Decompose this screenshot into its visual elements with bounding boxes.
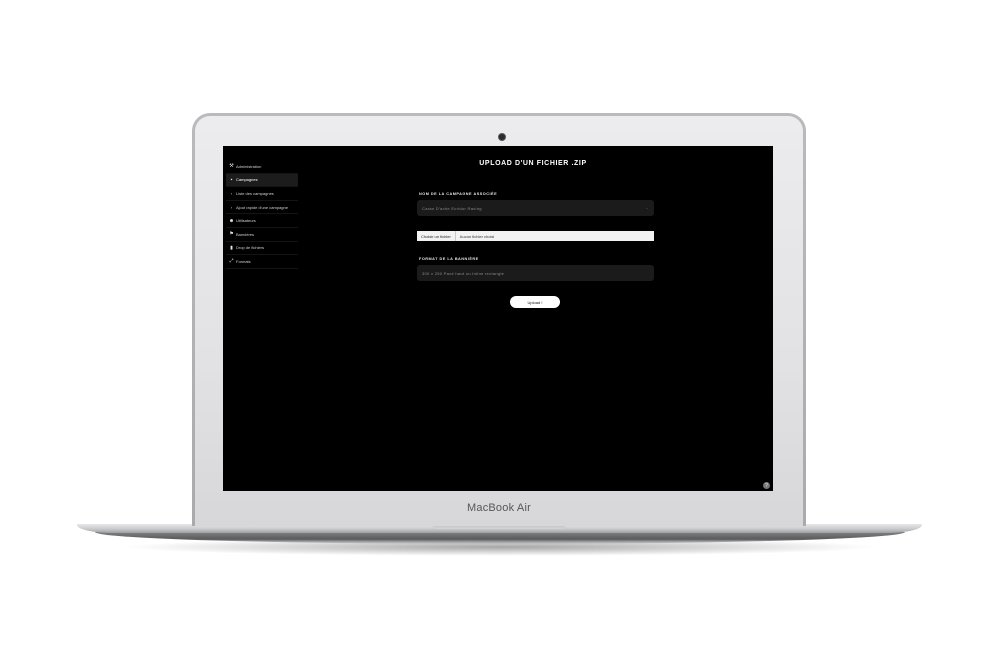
sidebar-item-label: Formats (236, 258, 251, 264)
screen: ⚒ Administration ▪ Campagnes › Liste des… (223, 146, 773, 491)
sidebar-item-label: Utilisateurs (236, 218, 256, 224)
users-icon: ☻ (228, 217, 235, 224)
sidebar-item-formats[interactable]: ⤢ Formats (226, 255, 298, 269)
sidebar-item-label: Administration (236, 163, 262, 169)
sidebar-item-ajout-campagne[interactable]: › Ajout rapide d'une campagne (226, 201, 298, 215)
flag-icon: ⚑ (229, 231, 234, 238)
sidebar-item-administration[interactable]: ⚒ Administration (226, 160, 298, 174)
campaign-icon: ▪ (230, 176, 233, 183)
sidebar-item-label: Ajout rapide d'une campagne (236, 204, 288, 210)
sidebar-item-bannieres[interactable]: ⚑ Bannières (226, 228, 298, 242)
sidebar-item-label: Liste des campagnes (236, 190, 274, 196)
file-input[interactable]: Choisir un fichier Aucun fichier choisi (417, 231, 654, 241)
format-select[interactable]: 300 x 250 Pavé haut ou Inline rectangle (417, 265, 654, 281)
chevron-down-icon: ⌄ (645, 205, 649, 210)
sidebar-item-utilisateurs[interactable]: ☻ Utilisateurs (226, 214, 298, 228)
chevron-right-icon: › (230, 190, 233, 196)
campaign-select[interactable]: Caran D'ache Ecridor Racing ⌄ (417, 200, 654, 216)
sidebar-item-campagnes[interactable]: ▪ Campagnes (226, 173, 298, 188)
camera-icon (498, 133, 506, 141)
brand-label: MacBook Air (467, 502, 531, 514)
chevron-right-icon: › (230, 204, 233, 210)
page-title: UPLOAD D'UN FICHIER .ZIP (479, 160, 587, 167)
campaign-label: Nom de la campagne associée (419, 192, 498, 196)
resize-icon: ⤢ (229, 258, 234, 265)
choose-file-button[interactable]: Choisir un fichier (417, 231, 456, 241)
help-icon[interactable]: ? (763, 482, 770, 489)
sidebar-item-label: Drop de fichiers (236, 245, 265, 251)
sidebar-item-drop-fichiers[interactable]: ▮ Drop de fichiers (226, 242, 298, 256)
sidebar-item-label: Campagnes (236, 177, 258, 183)
file-icon: ▮ (230, 244, 233, 251)
tools-icon: ⚒ (229, 163, 234, 170)
file-status: Aucun fichier choisi (459, 233, 495, 239)
format-label: Format de la bannière (419, 257, 479, 261)
campaign-select-value: Caran D'ache Ecridor Racing (422, 205, 482, 211)
format-select-value: 300 x 250 Pavé haut ou Inline rectangle (422, 270, 505, 276)
sidebar-item-label: Bannières (236, 231, 255, 237)
sidebar: ⚒ Administration ▪ Campagnes › Liste des… (226, 160, 298, 269)
upload-button[interactable]: Upload ! (510, 296, 560, 308)
sidebar-item-liste-campagnes[interactable]: › Liste des campagnes (226, 187, 298, 201)
